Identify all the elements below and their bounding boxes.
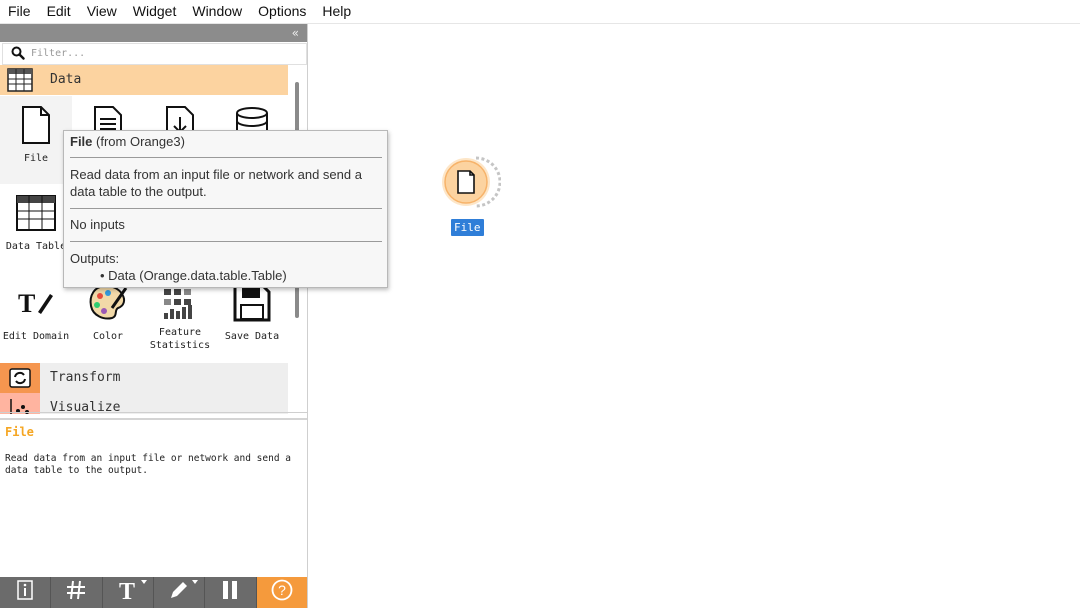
widget-save-data-label: Save Data xyxy=(224,331,280,342)
feature-statistics-label-line2: Statistics xyxy=(149,340,211,351)
widget-edit-domain-label: Edit Domain xyxy=(2,331,70,342)
menu-options[interactable]: Options xyxy=(250,0,314,23)
tooltip-description: Read data from an input file or network … xyxy=(70,167,362,199)
info-icon xyxy=(17,580,33,605)
category-transform[interactable]: Transform xyxy=(0,363,288,393)
widget-dock: « Data File xyxy=(0,24,308,608)
file-icon xyxy=(0,102,72,148)
edit-domain-icon: T xyxy=(0,280,72,326)
svg-text:?: ? xyxy=(278,582,286,598)
grid-icon xyxy=(66,580,86,605)
feature-statistics-label-line1: Feature xyxy=(158,327,202,338)
pen-icon xyxy=(169,580,189,605)
text-icon: T xyxy=(117,579,139,606)
data-table-icon xyxy=(0,190,72,236)
widget-data-table-label: Data Table xyxy=(5,241,67,252)
transform-icon xyxy=(0,363,40,393)
tooltip-header: File (from Orange3) xyxy=(70,134,185,149)
description-divider[interactable] xyxy=(0,418,307,420)
info-button[interactable] xyxy=(0,577,52,608)
menu-file[interactable]: File xyxy=(0,0,39,23)
grid-button[interactable] xyxy=(51,577,103,608)
help-button[interactable]: ? xyxy=(256,577,307,608)
svg-text:T: T xyxy=(18,289,35,318)
tooltip-inputs: No inputs xyxy=(70,217,125,232)
tooltip-output-text: Data (Orange.data.table.Table) xyxy=(108,268,287,283)
pause-icon xyxy=(221,580,239,605)
category-data[interactable]: Data xyxy=(0,65,288,95)
menu-window[interactable]: Window xyxy=(184,0,250,23)
canvas-node-file[interactable] xyxy=(439,155,502,209)
tooltip-divider xyxy=(70,208,382,209)
description-title: File xyxy=(5,425,34,439)
text-dropdown-arrow-icon xyxy=(140,580,147,584)
tooltip-divider xyxy=(70,157,382,158)
filter-input[interactable] xyxy=(31,45,291,61)
category-visualize[interactable]: Visualize xyxy=(0,393,288,414)
category-transform-label: Transform xyxy=(50,370,121,385)
dock-toolbar: T ? xyxy=(0,577,307,608)
filter-box xyxy=(2,43,307,65)
search-icon xyxy=(11,46,25,65)
menu-edit[interactable]: Edit xyxy=(39,0,79,23)
widget-edit-domain[interactable]: T Edit Domain xyxy=(0,274,72,362)
menu-bar: File Edit View Widget Window Options Hel… xyxy=(0,0,1080,23)
widget-tooltip: File (from Orange3) Read data from an in… xyxy=(63,130,388,288)
menu-view[interactable]: View xyxy=(79,0,125,23)
pen-dropdown-arrow-icon xyxy=(192,580,199,584)
widget-data-table[interactable]: Data Table xyxy=(0,184,72,272)
widget-list-divider xyxy=(0,412,307,413)
widget-color-label: Color xyxy=(92,331,124,342)
menu-help[interactable]: Help xyxy=(314,0,359,23)
dock-title-bar: « xyxy=(0,24,307,42)
widget-file[interactable]: File xyxy=(0,96,72,184)
collapse-dock-button[interactable]: « xyxy=(292,24,299,42)
pause-button[interactable] xyxy=(205,577,257,608)
widget-file-label: File xyxy=(23,153,49,164)
table-icon xyxy=(0,65,40,95)
tooltip-outputs-label: Outputs: xyxy=(70,251,120,266)
arrow-annotation-button[interactable] xyxy=(154,577,206,608)
help-icon: ? xyxy=(271,579,293,606)
widget-feature-statistics-label: Feature Statistics xyxy=(144,326,216,352)
svg-text:T: T xyxy=(119,579,135,601)
tooltip-output-item: • Data (Orange.data.table.Table) xyxy=(100,268,287,283)
tooltip-divider xyxy=(70,241,382,242)
description-text: Read data from an input file or network … xyxy=(5,453,291,476)
text-annotation-button[interactable]: T xyxy=(103,577,154,608)
menu-widget[interactable]: Widget xyxy=(125,0,185,23)
canvas-node-label[interactable]: File xyxy=(451,219,484,236)
tooltip-source: (from Orange3) xyxy=(96,134,185,149)
bullet-icon: • xyxy=(100,268,109,283)
category-visualize-label: Visualize xyxy=(50,400,121,414)
category-data-label: Data xyxy=(50,72,82,87)
scatter-plot-icon xyxy=(0,393,40,414)
tooltip-widget-name: File xyxy=(70,134,93,149)
